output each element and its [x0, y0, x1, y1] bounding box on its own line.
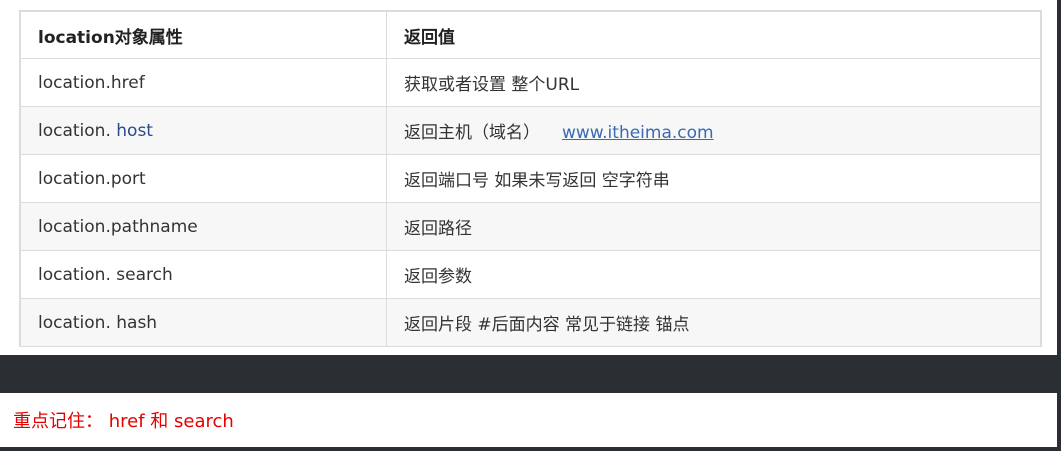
cell-description: 返回参数: [386, 250, 1041, 299]
cell-property: location. host: [20, 106, 387, 155]
table-row: location.href 获取或者设置 整个URL: [20, 58, 1041, 107]
table-header-row: location对象属性 返回值: [20, 11, 1041, 59]
cell-description: 返回片段 #后面内容 常见于链接 锚点: [386, 298, 1041, 347]
location-properties-table: location对象属性 返回值 location.href 获取或者设置 整个…: [19, 10, 1042, 347]
cell-description: 获取或者设置 整个URL: [386, 58, 1041, 107]
cell-property: location. hash: [20, 298, 387, 347]
header-return-value: 返回值: [386, 11, 1041, 59]
cell-description: 返回端口号 如果未写返回 空字符串: [386, 154, 1041, 203]
header-property: location对象属性: [20, 11, 387, 59]
cell-property: location.pathname: [20, 202, 387, 251]
table-panel: location对象属性 返回值 location.href 获取或者设置 整个…: [0, 0, 1057, 355]
table-row: location.pathname 返回路径: [20, 202, 1041, 251]
table-row: location. search 返回参数: [20, 250, 1041, 299]
cell-property: location.port: [20, 154, 387, 203]
table-row: location.port 返回端口号 如果未写返回 空字符串: [20, 154, 1041, 203]
property-prefix: location.: [38, 120, 117, 141]
itheima-link[interactable]: www.itheima.com: [562, 123, 714, 143]
property-host: host: [116, 120, 153, 141]
cell-property: location. search: [20, 250, 387, 299]
note-panel: 重点记住： href 和 search: [0, 393, 1057, 447]
cell-description: 返回主机（域名） www.itheima.com: [386, 106, 1041, 155]
table-row: location. hash 返回片段 #后面内容 常见于链接 锚点: [20, 298, 1041, 347]
cell-property: location.href: [20, 58, 387, 107]
key-note-text: 重点记住： href 和 search: [13, 411, 234, 432]
cell-description: 返回路径: [386, 202, 1041, 251]
table-row: location. host 返回主机（域名） www.itheima.com: [20, 106, 1041, 155]
description-text: 返回主机（域名）: [404, 123, 540, 143]
